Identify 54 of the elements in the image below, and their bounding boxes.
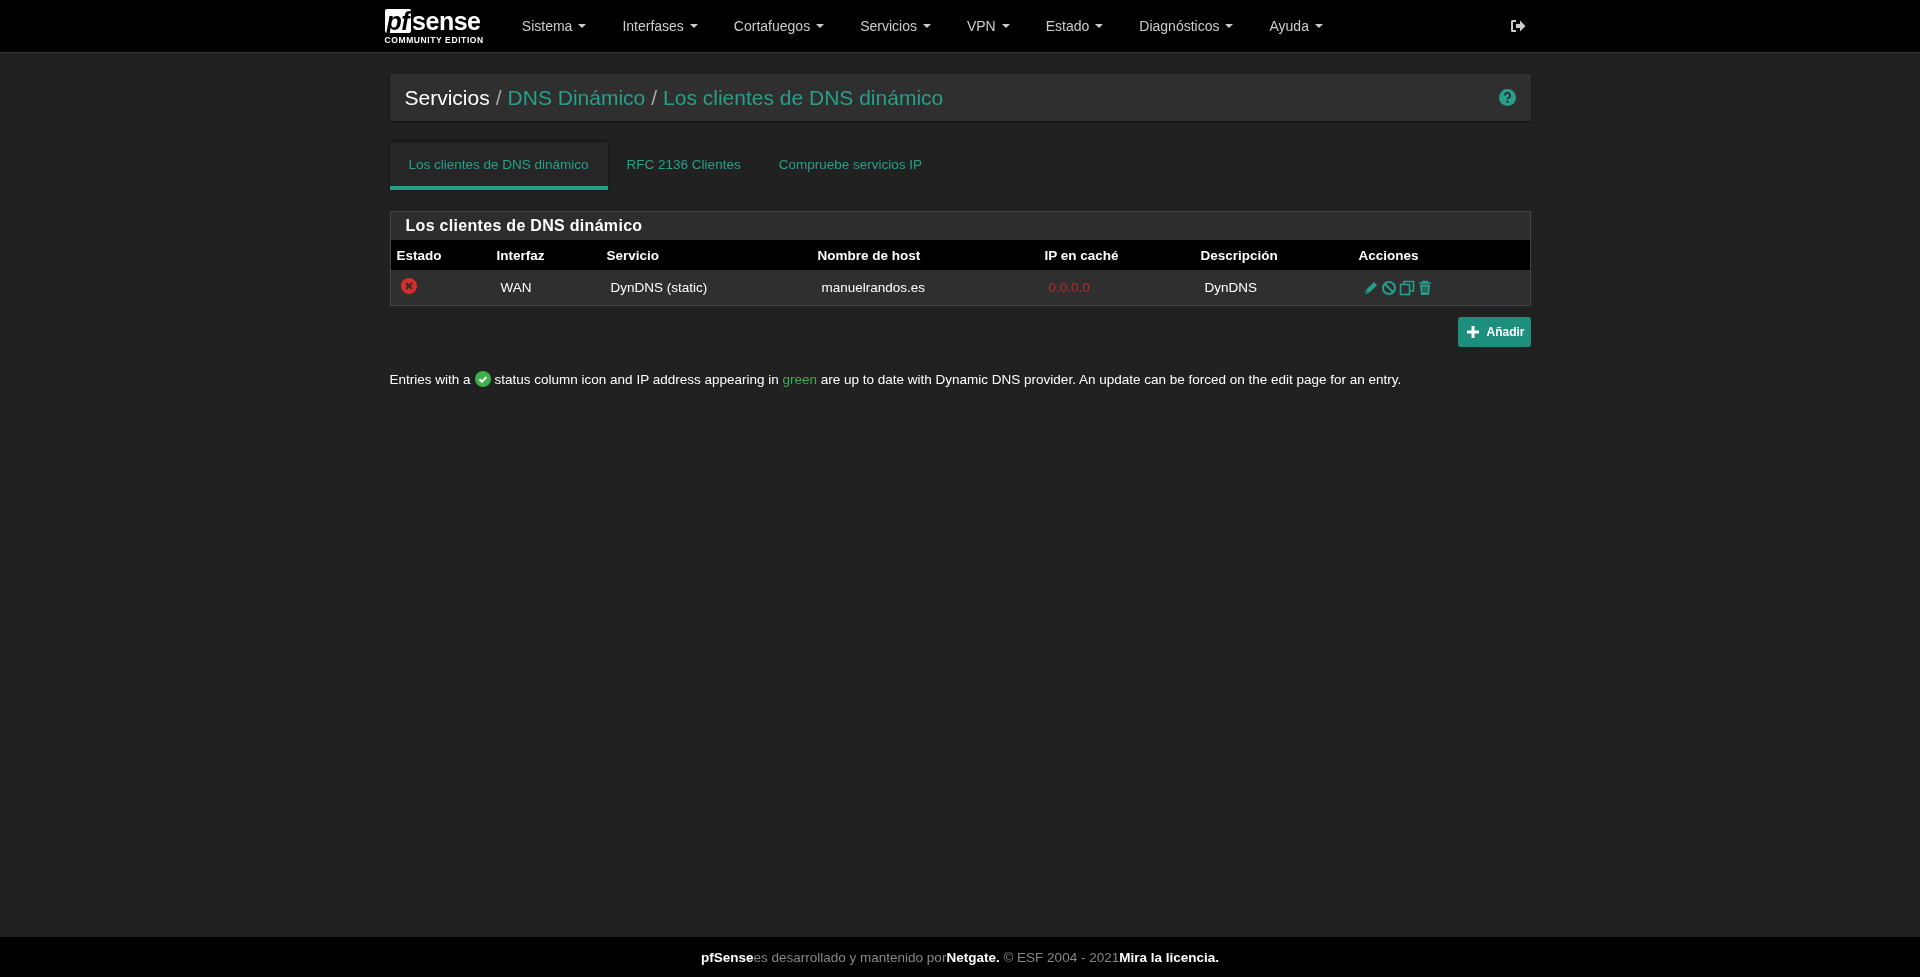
column-header: Interfaz: [495, 247, 546, 263]
footer-link[interactable]: Netgate.: [946, 949, 1000, 965]
nav-menu[interactable]: Diagnósticos: [1121, 0, 1252, 52]
logo[interactable]: pfsense COMMUNITY EDITION: [384, 9, 484, 45]
caret-icon: [1001, 24, 1010, 28]
nav-menu[interactable]: Interfases: [604, 0, 716, 52]
disable-icon[interactable]: [1380, 279, 1397, 296]
breadcrumb-link[interactable]: Los clientes de DNS dinámico: [663, 85, 944, 110]
caret-icon: [816, 24, 825, 28]
breadcrumb-separator: /: [495, 85, 502, 110]
nav-menu[interactable]: Cortafuegos: [715, 0, 843, 52]
edit-icon[interactable]: [1362, 279, 1379, 296]
tab[interactable]: Compruebe servicios IP: [759, 142, 941, 190]
note-text: status column icon and IP address appearing in green are up to date with Dynamic DNS provider. An update can be forced on the edit page for an entry.: [494, 371, 1402, 387]
column-header: Descripción: [1199, 247, 1279, 263]
tab[interactable]: RFC 2136 Clientes: [607, 142, 760, 190]
nav-menu[interactable]: Estado: [1027, 0, 1122, 52]
footer-text: pfSensees desarrollado y mantenido porNetgate. © ESF 2004 - 2021Mira la licencia.: [701, 949, 1219, 965]
nav-menu[interactable]: Servicios: [842, 0, 949, 52]
table-cell-text: DynDNS (static): [609, 280, 709, 295]
logout-icon[interactable]: [1509, 19, 1526, 33]
table-cell-text: manuelrandos.es: [820, 280, 927, 295]
delete-icon[interactable]: [1416, 279, 1433, 296]
add-button[interactable]: Añadir: [1458, 317, 1531, 347]
tab[interactable]: Los clientes de DNS dinámico: [389, 142, 608, 190]
plus-icon: [1466, 325, 1481, 339]
breadcrumb-root: Servicios: [404, 85, 490, 110]
caret-icon: [1095, 24, 1104, 28]
breadcrumb-separator: /: [651, 85, 658, 110]
check-circle-icon: [474, 371, 491, 387]
column-header: IP en caché: [1043, 247, 1120, 263]
column-header: Estado: [395, 247, 443, 263]
nav-menu[interactable]: VPN: [948, 0, 1028, 52]
help-icon[interactable]: [1498, 89, 1516, 106]
caret-icon: [922, 24, 931, 28]
note-text: Entries with a: [389, 371, 471, 387]
breadcrumb-link[interactable]: DNS Dinámico: [507, 85, 646, 110]
copy-icon[interactable]: [1398, 279, 1415, 296]
column-header: Nombre de host: [816, 247, 922, 263]
edition-label: COMMUNITY EDITION: [384, 35, 484, 45]
table-cell-text: WAN: [499, 280, 533, 295]
caret-icon: [578, 24, 587, 28]
column-header: Servicio: [605, 247, 661, 263]
table-cell-text: DynDNS: [1203, 280, 1258, 295]
nav-menu[interactable]: Ayuda: [1251, 0, 1341, 52]
footer-link[interactable]: Mira la licencia.: [1119, 949, 1219, 965]
caret-icon: [1314, 24, 1323, 28]
column-header: Acciones: [1357, 247, 1420, 263]
caret-icon: [689, 24, 698, 28]
panel-title: Los clientes de DNS dinámico: [405, 217, 643, 235]
table-cell-text: 0.0.0.0: [1047, 280, 1091, 295]
caret-icon: [1225, 24, 1234, 28]
nav-menu[interactable]: Sistema: [503, 0, 605, 52]
wordmark: pfsense: [384, 9, 481, 33]
